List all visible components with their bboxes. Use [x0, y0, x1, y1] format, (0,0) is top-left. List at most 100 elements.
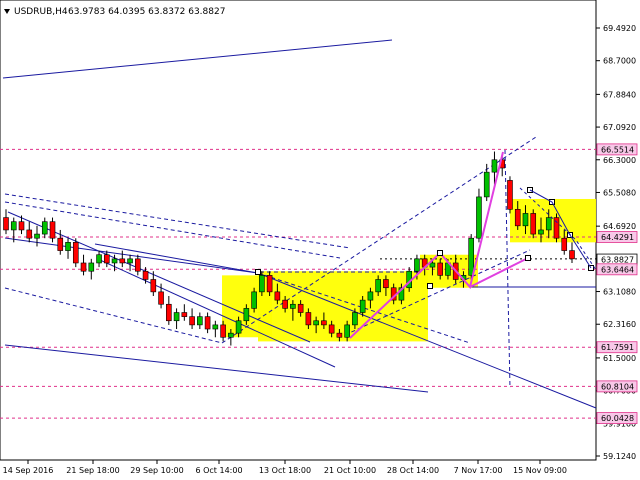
candle-body	[274, 291, 281, 301]
price-tag-label: 63.8827	[601, 256, 634, 265]
candle-body	[34, 233, 40, 239]
x-tick-label: 14 Sep 2016	[3, 466, 54, 475]
candle-body	[429, 262, 436, 268]
price-chart[interactable]: USDRUB,H4 63.9783 64.0395 63.8372 63.882…	[0, 0, 640, 480]
price-tag-label: 66.5514	[601, 145, 634, 154]
price-tag-label: 61.7591	[601, 343, 634, 352]
candle-body	[197, 316, 203, 326]
candle-body	[212, 324, 219, 330]
candle-body	[204, 316, 211, 330]
x-tick-label: 7 Nov 17:00	[454, 466, 503, 475]
candle-body	[375, 279, 381, 293]
y-tick-label: 61.5000	[603, 354, 636, 363]
x-tick-label: 6 Oct 14:00	[195, 466, 242, 475]
candle	[476, 188, 482, 243]
chart-window: USDRUB,H4 63.9783 64.0395 63.8372 63.882…	[0, 0, 640, 480]
price-tag: 63.6464	[596, 263, 638, 276]
candle-body	[57, 237, 64, 251]
candle-body	[305, 312, 312, 326]
price-tag: 66.5514	[596, 143, 638, 156]
candle-body	[437, 262, 443, 276]
candle-body	[367, 291, 374, 301]
candle-body	[297, 303, 304, 313]
y-tick-label: 65.5080	[603, 188, 636, 197]
candle-body	[545, 217, 552, 231]
candle-body	[522, 213, 529, 227]
price-tag: 64.4291	[596, 231, 638, 243]
candle-body	[72, 242, 79, 264]
candle-body	[142, 270, 149, 280]
candle-body	[514, 209, 521, 227]
candle-body	[18, 221, 25, 231]
candle-body	[266, 275, 273, 293]
symbol-label: USDRUB,H4	[14, 7, 68, 17]
candle-body	[290, 303, 296, 309]
price-tag-label: 60.8104	[601, 382, 634, 391]
candle-body	[483, 171, 490, 198]
candle-body	[80, 262, 87, 272]
candle	[72, 238, 79, 268]
price-tag: 60.8104	[596, 380, 638, 393]
candle-body	[383, 279, 389, 289]
candle-body	[344, 324, 350, 338]
candle-body	[3, 217, 9, 231]
y-tick-label: 64.6920	[603, 222, 636, 231]
candle-body	[135, 258, 141, 272]
candle-body	[10, 221, 17, 231]
candle-body	[251, 291, 257, 309]
candle-body	[111, 258, 118, 264]
candle-body	[282, 299, 288, 309]
candle-body	[414, 258, 420, 272]
candle-body	[468, 237, 475, 276]
candle-body	[530, 213, 537, 235]
time-axis[interactable]: 14 Sep 2016 21 Sep 18:00 29 Sep 10:00 6 Oct…	[3, 460, 567, 475]
y-tick-label: 69.4920	[603, 24, 636, 33]
price-tags: 66.5514 64.4291 63.882763.6464 61.7591 60.81…	[596, 143, 638, 424]
candle-body	[235, 320, 242, 334]
candle-body	[313, 320, 319, 326]
price-tag-label: 60.0428	[601, 414, 634, 423]
y-tick-label: 68.7000	[603, 57, 636, 66]
price-tag-label: 63.6464	[601, 265, 634, 274]
price-tag: 60.0428	[596, 412, 638, 424]
x-tick-label: 28 Oct 14:00	[387, 466, 439, 475]
x-tick-label: 21 Oct 10:00	[324, 466, 376, 475]
candle-body	[119, 258, 126, 264]
candle-body	[166, 303, 172, 322]
candle-body	[491, 159, 498, 173]
x-tick-label: 21 Sep 18:00	[66, 466, 119, 475]
candle-body	[228, 332, 234, 338]
x-tick-label: 15 Nov 09:00	[513, 466, 567, 475]
candle	[553, 213, 560, 243]
pattern-marker-3	[525, 255, 531, 261]
x-tick-label: 13 Oct 18:00	[259, 466, 311, 475]
candle-body	[328, 324, 335, 334]
candle-body	[189, 316, 195, 326]
candle-body	[181, 312, 188, 317]
pattern-marker-0	[255, 269, 261, 275]
candle-body	[561, 237, 568, 251]
candle-body	[336, 332, 343, 338]
candle-body	[103, 254, 110, 264]
candle-body	[243, 308, 250, 322]
candle-body	[96, 254, 102, 264]
pattern-marker-2	[437, 250, 443, 256]
candle-body	[88, 262, 95, 272]
x-tick-label: 29 Sep 10:00	[130, 466, 183, 475]
candle-body	[553, 217, 560, 239]
candle-body	[26, 229, 33, 239]
candle-body	[569, 250, 575, 260]
price-tag: 61.7591	[596, 341, 638, 354]
candle-body	[259, 275, 265, 293]
y-tick-label: 63.1080	[603, 288, 636, 297]
candle-body	[41, 221, 48, 235]
candle-body	[158, 291, 164, 305]
candle-body	[65, 242, 71, 251]
y-tick-label: 59.1240	[603, 452, 636, 461]
y-tick-label: 66.3000	[603, 156, 636, 165]
candle-body	[173, 312, 180, 322]
price-tag-label: 64.4291	[601, 233, 634, 242]
candle-body	[49, 221, 56, 239]
pattern-marker-1	[427, 283, 433, 289]
ohlc-readout: 63.9783 64.0395 63.8372 63.8827	[68, 7, 225, 17]
